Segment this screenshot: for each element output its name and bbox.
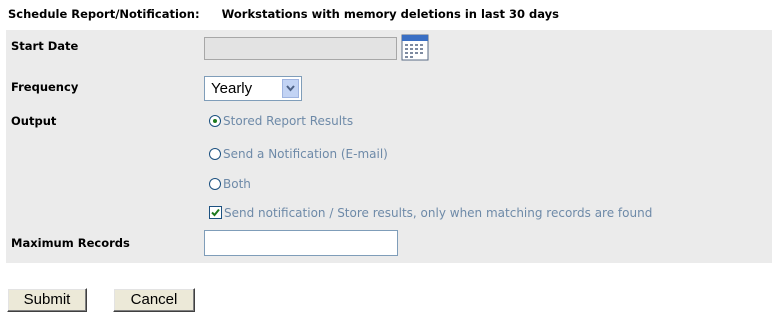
checkmark-icon bbox=[211, 208, 220, 217]
checkbox-label: Send notification / Store results, only … bbox=[224, 206, 653, 220]
dropdown-button[interactable] bbox=[282, 79, 299, 98]
frequency-value: Yearly bbox=[211, 80, 253, 97]
header-prefix: Schedule Report/Notification: bbox=[8, 7, 200, 21]
max-records-label: Maximum Records bbox=[11, 236, 130, 250]
chevron-down-icon bbox=[286, 85, 295, 92]
submit-button[interactable]: Submit bbox=[7, 288, 87, 312]
output-option-stored[interactable]: Stored Report Results bbox=[209, 114, 353, 128]
option-label: Stored Report Results bbox=[223, 114, 354, 128]
radio-both[interactable] bbox=[209, 178, 221, 190]
report-name: Workstations with memory deletions in la… bbox=[221, 7, 559, 21]
cancel-button[interactable]: Cancel bbox=[113, 288, 195, 312]
only-when-matching-checkbox[interactable] bbox=[209, 206, 222, 219]
start-date-input[interactable] bbox=[204, 37, 397, 60]
output-label: Output bbox=[11, 114, 57, 128]
only-when-matching-option[interactable]: Send notification / Store results, only … bbox=[209, 206, 652, 220]
max-records-input[interactable] bbox=[204, 230, 398, 256]
calendar-icon[interactable] bbox=[401, 34, 429, 61]
output-option-both[interactable]: Both bbox=[209, 177, 251, 191]
option-label: Send a Notification (E-mail) bbox=[223, 147, 388, 161]
frequency-label: Frequency bbox=[11, 80, 79, 94]
output-option-notification[interactable]: Send a Notification (E-mail) bbox=[209, 147, 388, 161]
page-header: Schedule Report/Notification: Workstation… bbox=[8, 7, 559, 25]
option-label: Both bbox=[223, 177, 251, 191]
radio-notification[interactable] bbox=[209, 148, 221, 160]
schedule-form: Start Date Frequency Yearly Output Store… bbox=[6, 30, 772, 263]
frequency-select[interactable]: Yearly bbox=[204, 76, 302, 101]
start-date-label: Start Date bbox=[11, 39, 79, 53]
radio-stored[interactable] bbox=[209, 115, 221, 127]
